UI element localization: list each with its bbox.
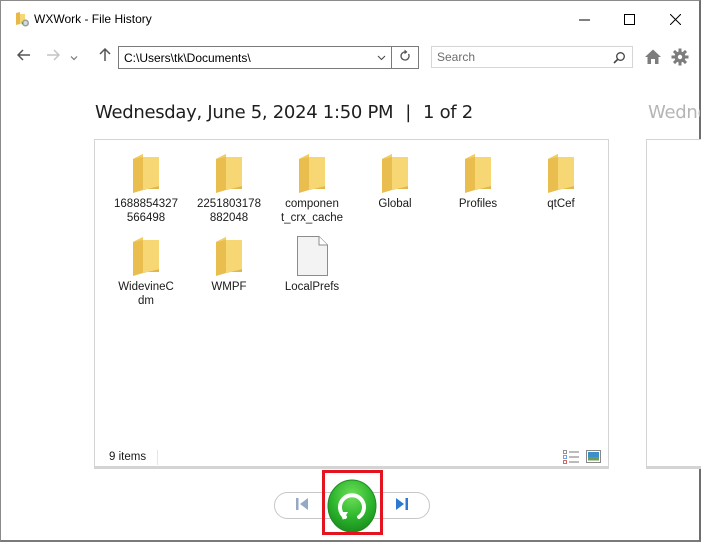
next-version-icon: [394, 497, 410, 516]
item-label: componen t_crx_cache: [272, 197, 352, 225]
close-button[interactable]: [652, 1, 698, 37]
folder-item[interactable]: WMPF: [189, 236, 269, 294]
item-label-line: 566498: [126, 212, 166, 224]
window-title: WXWork - File History: [34, 12, 152, 26]
item-label-line: componen: [285, 198, 339, 210]
folder-item[interactable]: 2251803178 882048: [189, 153, 269, 225]
snapshot-date: Wednesday, June 5, 2024 1:50 PM: [95, 102, 394, 123]
header-separator: |: [405, 102, 411, 123]
maximize-icon: [623, 13, 635, 25]
folder-item[interactable]: componen t_crx_cache: [272, 153, 352, 225]
restore-icon: [326, 479, 378, 537]
restore-button[interactable]: [326, 479, 378, 533]
folder-icon: [189, 153, 269, 193]
folder-icon: [189, 236, 269, 276]
item-label-line: Profiles: [458, 198, 498, 210]
item-label: LocalPrefs: [272, 280, 352, 294]
next-snapshot-date: Wednesday: [648, 102, 700, 123]
item-label-line: 2251803178: [197, 198, 261, 210]
item-count: 9 items: [109, 451, 147, 463]
folder-item[interactable]: qtCef: [521, 153, 601, 211]
search-icon[interactable]: [613, 51, 626, 64]
back-button[interactable]: [13, 46, 35, 68]
item-label: WidevineC dm: [106, 280, 186, 308]
file-icon: [272, 236, 352, 276]
item-label: qtCef: [521, 197, 601, 211]
address-bar[interactable]: C:\Users\tk\Documents\: [118, 46, 392, 69]
folder-item[interactable]: Profiles: [438, 153, 518, 211]
item-label-line: t_crx_cache: [280, 212, 343, 224]
item-label-line: WMPF: [211, 281, 247, 293]
search-box[interactable]: [431, 46, 633, 68]
address-dropdown-icon[interactable]: [373, 49, 389, 66]
item-label: 2251803178 882048: [189, 197, 269, 225]
address-value[interactable]: C:\Users\tk\Documents\: [124, 51, 251, 65]
item-label: 1688854327 566498: [106, 197, 186, 225]
close-icon: [669, 13, 681, 25]
gear-icon[interactable]: [671, 48, 689, 66]
item-label: WMPF: [189, 280, 269, 294]
forward-arrow-icon: [46, 48, 61, 66]
item-label: Global: [355, 197, 435, 211]
item-label-line: LocalPrefs: [284, 281, 340, 293]
folder-icon: [272, 153, 352, 193]
folder-icon: [355, 153, 435, 193]
details-view-icon[interactable]: [563, 450, 580, 464]
previous-version-icon: [294, 497, 310, 516]
home-icon[interactable]: [644, 48, 662, 66]
minimize-button[interactable]: [561, 1, 607, 37]
folder-icon: [521, 153, 601, 193]
item-label-line: WidevineC: [118, 281, 174, 293]
snapshot-header: Wednesday, June 5, 2024 1:50 PM | 1 of 2: [95, 102, 473, 123]
forward-button[interactable]: [42, 46, 64, 68]
search-input[interactable]: [432, 47, 612, 67]
file-item[interactable]: LocalPrefs: [272, 236, 352, 294]
minimize-icon: [578, 14, 590, 25]
item-label-line: 1688854327: [114, 198, 178, 210]
item-label: Profiles: [438, 197, 518, 211]
folder-icon: [438, 153, 518, 193]
file-history-window: WXWork - File History C:\Users\tk\Docume…: [0, 0, 701, 542]
refresh-icon: [399, 49, 411, 67]
folder-icon: [106, 236, 186, 276]
large-icons-view-icon[interactable]: [586, 450, 601, 463]
file-panel: 1688854327 566498 2251803178 882048 componen…: [94, 139, 609, 469]
title-bar: WXWork - File History: [1, 1, 699, 37]
up-arrow-icon: [99, 47, 111, 67]
back-arrow-icon: [16, 48, 31, 66]
file-history-folder-icon: [14, 11, 30, 27]
refresh-button[interactable]: [391, 46, 419, 69]
next-snapshot-panel[interactable]: [646, 139, 701, 469]
next-version-button[interactable]: [391, 497, 413, 515]
recent-locations-button[interactable]: [66, 46, 82, 68]
status-divider: [157, 450, 158, 465]
folder-item[interactable]: WidevineC dm: [106, 236, 186, 308]
chevron-down-icon: [70, 48, 78, 66]
snapshot-position: 1 of 2: [423, 102, 473, 123]
item-label-line: Global: [378, 198, 412, 210]
item-label-line: qtCef: [547, 198, 575, 210]
folder-item[interactable]: Global: [355, 153, 435, 211]
maximize-button[interactable]: [606, 1, 652, 37]
folder-item[interactable]: 1688854327 566498: [106, 153, 186, 225]
previous-version-button[interactable]: [291, 497, 313, 515]
item-label-line: dm: [138, 295, 154, 307]
folder-icon: [106, 153, 186, 193]
item-label-line: 882048: [209, 212, 249, 224]
up-button[interactable]: [94, 46, 116, 68]
